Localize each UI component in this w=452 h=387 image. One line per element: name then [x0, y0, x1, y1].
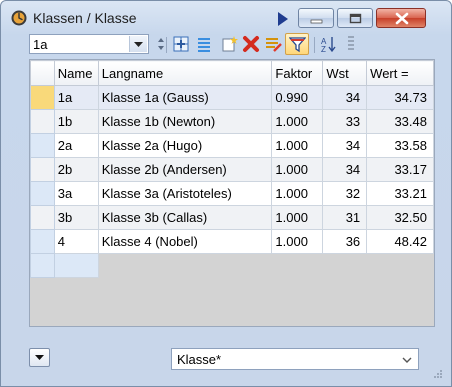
cell-langname[interactable]: Klasse 2b (Andersen) — [97, 157, 273, 182]
window: Klassen / Klasse 1a A Z Name Langname Fa… — [0, 0, 452, 387]
filter-icon — [289, 37, 306, 53]
minimize-icon — [310, 19, 323, 24]
row-indicator[interactable] — [30, 157, 55, 182]
cell-wst[interactable]: 36 — [322, 229, 368, 254]
resize-grip-icon[interactable] — [433, 369, 443, 379]
view-selector-value: Klasse* — [177, 352, 222, 367]
cell-faktor[interactable]: 1.000 — [271, 133, 324, 158]
cell-wst[interactable]: 34 — [322, 85, 368, 110]
svg-text:Z: Z — [321, 45, 326, 53]
list-icon[interactable] — [195, 35, 213, 53]
cell-wert[interactable]: 33.21 — [366, 181, 434, 206]
cell-name[interactable]: 1b — [53, 109, 99, 134]
options-dropdown-button[interactable] — [29, 348, 50, 367]
data-table: Name Langname Faktor Wst Wert = 1a Klass… — [30, 60, 434, 278]
table-row[interactable]: 3b Klasse 3b (Callas) 1.000 31 32.50 — [30, 205, 434, 230]
cell-wert[interactable]: 33.48 — [366, 109, 434, 134]
table-row[interactable]: 1a Klasse 1a (Gauss) 0.990 34 34.73 — [30, 85, 434, 110]
edit-list-icon[interactable] — [264, 35, 282, 53]
close-icon — [395, 12, 409, 25]
cell-name[interactable]: 2b — [53, 157, 99, 182]
maximize-button[interactable] — [337, 8, 373, 28]
new-row-cell[interactable] — [53, 253, 99, 278]
table-header-row: Name Langname Faktor Wst Wert = — [30, 60, 434, 86]
empty-area — [97, 253, 434, 278]
table-row[interactable]: 3a Klasse 3a (Aristoteles) 1.000 32 33.2… — [30, 181, 434, 206]
cell-faktor[interactable]: 1.000 — [271, 229, 324, 254]
row-indicator[interactable] — [30, 253, 55, 278]
dropdown-button[interactable] — [129, 36, 147, 52]
cell-wst[interactable]: 32 — [322, 181, 368, 206]
cell-langname[interactable]: Klasse 2a (Hugo) — [97, 133, 273, 158]
row-indicator[interactable] — [30, 229, 55, 254]
close-button[interactable] — [376, 8, 426, 28]
view-selector[interactable]: Klasse* — [171, 348, 419, 370]
triangle-down-icon — [35, 355, 44, 360]
cell-faktor[interactable]: 1.000 — [271, 181, 324, 206]
cell-faktor[interactable]: 0.990 — [271, 85, 324, 110]
table-row[interactable]: 2a Klasse 2a (Hugo) 1.000 34 33.58 — [30, 133, 434, 158]
clock-app-icon — [11, 10, 27, 26]
column-header-wst[interactable]: Wst — [322, 60, 368, 86]
cell-langname[interactable]: Klasse 1a (Gauss) — [97, 85, 273, 110]
cell-name[interactable]: 4 — [53, 229, 99, 254]
cell-name[interactable]: 2a — [53, 133, 99, 158]
cell-wst[interactable]: 34 — [322, 157, 368, 182]
cell-langname[interactable]: Klasse 4 (Nobel) — [97, 229, 273, 254]
filter-toggle[interactable] — [285, 33, 309, 55]
play-arrow-icon[interactable] — [277, 12, 289, 26]
sort-az-icon[interactable]: A Z — [320, 35, 338, 53]
row-indicator[interactable] — [30, 181, 55, 206]
cell-name[interactable]: 1a — [53, 85, 99, 110]
chevron-down-icon — [402, 357, 412, 363]
minimize-button[interactable] — [298, 8, 334, 28]
columns-icon[interactable] — [342, 35, 360, 53]
stepper-icon[interactable] — [152, 35, 170, 53]
column-header-name[interactable]: Name — [53, 60, 99, 86]
cell-name[interactable]: 3b — [53, 205, 99, 230]
cell-faktor[interactable]: 1.000 — [271, 157, 324, 182]
row-indicator[interactable] — [30, 133, 55, 158]
cell-langname[interactable]: Klasse 3a (Aristoteles) — [97, 181, 273, 206]
table-row[interactable]: 4 Klasse 4 (Nobel) 1.000 36 48.42 — [30, 229, 434, 254]
maximize-icon — [349, 13, 362, 24]
cell-wst[interactable]: 31 — [322, 205, 368, 230]
cell-wert[interactable]: 32.50 — [366, 205, 434, 230]
column-header-faktor[interactable]: Faktor — [271, 60, 324, 86]
row-indicator[interactable] — [30, 85, 55, 110]
cell-langname[interactable]: Klasse 3b (Callas) — [97, 205, 273, 230]
new-row[interactable] — [30, 253, 434, 278]
delete-icon[interactable] — [242, 35, 260, 53]
cell-wst[interactable]: 33 — [322, 109, 368, 134]
row-indicator[interactable] — [30, 109, 55, 134]
class-table: Name Langname Faktor Wst Wert = 1a Klass… — [29, 59, 435, 327]
class-selector[interactable]: 1a — [29, 34, 149, 54]
row-indicator-header — [30, 60, 55, 86]
chevron-down-icon — [134, 42, 143, 47]
cell-langname[interactable]: Klasse 1b (Newton) — [97, 109, 273, 134]
toolbar-separator — [314, 37, 315, 53]
cell-wert[interactable]: 33.17 — [366, 157, 434, 182]
toolbar-separator — [166, 37, 167, 53]
footer-bar: Klasse* — [1, 337, 451, 386]
cell-wert[interactable]: 33.58 — [366, 133, 434, 158]
title-bar: Klassen / Klasse — [1, 1, 451, 33]
table-row[interactable]: 1b Klasse 1b (Newton) 1.000 33 33.48 — [30, 109, 434, 134]
cell-name[interactable]: 3a — [53, 181, 99, 206]
cell-faktor[interactable]: 1.000 — [271, 109, 324, 134]
cell-wert[interactable]: 48.42 — [366, 229, 434, 254]
table-row[interactable]: 2b Klasse 2b (Andersen) 1.000 34 33.17 — [30, 157, 434, 182]
cell-faktor[interactable]: 1.000 — [271, 205, 324, 230]
column-header-langname[interactable]: Langname — [97, 60, 273, 86]
row-indicator[interactable] — [30, 205, 55, 230]
window-title: Klassen / Klasse — [33, 10, 137, 26]
class-selector-value: 1a — [33, 37, 48, 52]
cell-wert[interactable]: 34.73 — [366, 85, 434, 110]
toolbar: 1a A Z — [29, 33, 443, 56]
column-header-wert[interactable]: Wert = — [366, 60, 434, 86]
grid-add-icon[interactable] — [172, 35, 190, 53]
cell-wst[interactable]: 34 — [322, 133, 368, 158]
new-record-icon[interactable] — [220, 35, 238, 53]
